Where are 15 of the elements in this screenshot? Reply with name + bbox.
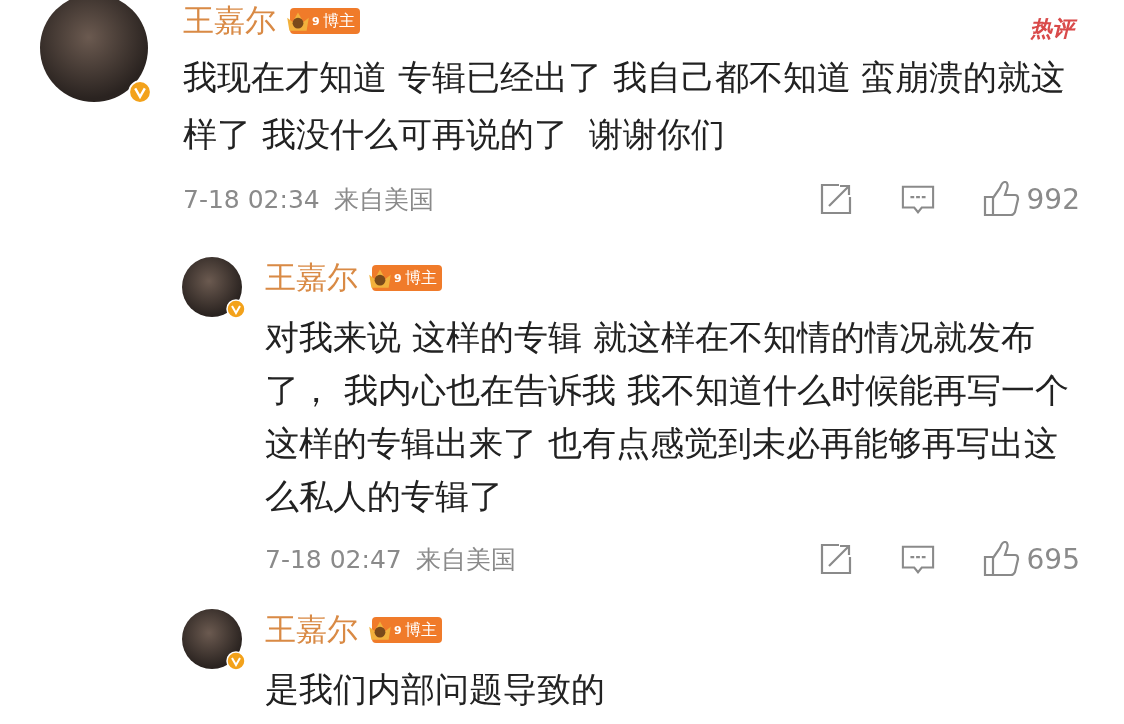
location-text: 来自美国 xyxy=(333,183,434,216)
location-text: 来自美国 xyxy=(415,543,516,576)
username[interactable]: 王嘉尔 xyxy=(265,609,358,651)
like-count: 992 xyxy=(1026,182,1080,216)
like-count: 695 xyxy=(1026,542,1080,576)
blogger-badge: 9 博主 xyxy=(372,617,442,643)
timestamp: 7-18 02:34 xyxy=(183,184,320,214)
timestamp: 7-18 02:47 xyxy=(265,544,402,574)
comment-text: 对我来说 这样的专辑 就这样在不知情的情况就发布了， 我内心也在告诉我 我不知道什么时候能再写一个这样的专辑出来了 也有点感觉到未必再能够再写出这么私人的专辑了 xyxy=(265,316,1070,518)
username[interactable]: 王嘉尔 xyxy=(265,257,358,299)
comment-text: 是我们内部问题导致的 xyxy=(265,668,606,711)
blogger-badge: 9 博主 xyxy=(290,8,360,34)
username[interactable]: 王嘉尔 xyxy=(183,0,276,42)
comment-text: 我现在才知道 专辑已经出了 我自己都不知道 蛮崩溃的就这样了 我没什么可再说的了 谢谢你们 xyxy=(183,56,1067,156)
blogger-badge: 9 博主 xyxy=(372,265,442,291)
